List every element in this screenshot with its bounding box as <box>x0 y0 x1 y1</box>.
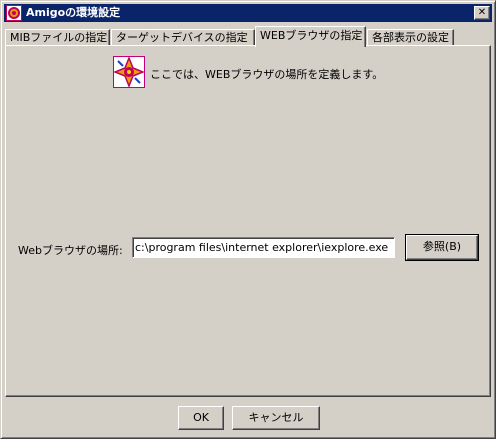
tab-target-device[interactable]: ターゲットデバイスの指定 <box>111 29 255 46</box>
tab-label: MIBファイルの指定 <box>10 31 108 44</box>
browser-path-label: Webブラウザの場所: <box>18 244 123 257</box>
info-text: ここでは、WEBブラウザの場所を定義します。 <box>150 68 384 81</box>
cancel-button-label: キャンセル <box>248 411 304 424</box>
app-icon <box>6 5 22 21</box>
browser-path-input[interactable] <box>132 237 395 258</box>
title-bar[interactable]: Amigoの環境設定 ✕ <box>4 4 492 22</box>
browse-button[interactable]: 参照(B) <box>405 234 479 261</box>
close-icon[interactable]: ✕ <box>474 6 490 20</box>
tab-mib-file[interactable]: MIBファイルの指定 <box>5 29 110 46</box>
cancel-button[interactable]: キャンセル <box>232 406 320 430</box>
tab-strip: MIBファイルの指定 ターゲットデバイスの指定 WEBブラウザの指定 各部表示の… <box>5 26 491 47</box>
tab-web-browser[interactable]: WEBブラウザの指定 <box>255 26 366 47</box>
dialog-window: Amigoの環境設定 ✕ MIBファイルの指定 ターゲットデバイスの指定 WEB… <box>0 0 496 439</box>
browse-button-label: 参照(B) <box>422 240 462 253</box>
window-title: Amigoの環境設定 <box>26 6 121 19</box>
tab-label: 各部表示の設定 <box>372 31 449 44</box>
tab-panel <box>5 45 491 397</box>
ok-button-label: OK <box>193 411 209 424</box>
amigo-logo-icon <box>112 55 146 89</box>
tab-display-settings[interactable]: 各部表示の設定 <box>367 29 454 46</box>
tab-label: WEBブラウザの指定 <box>260 29 363 42</box>
tab-label: ターゲットデバイスの指定 <box>116 31 248 44</box>
ok-button[interactable]: OK <box>178 406 224 430</box>
